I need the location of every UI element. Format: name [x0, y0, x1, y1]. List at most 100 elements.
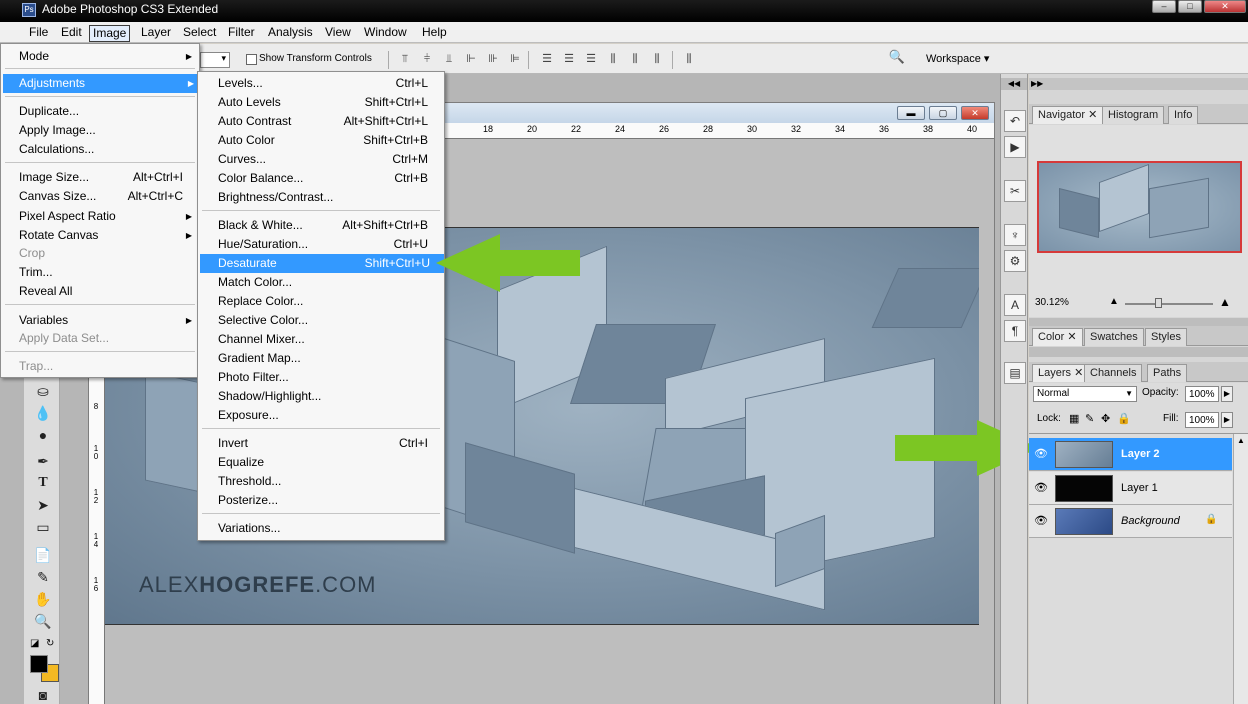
burn-tool-icon[interactable]: ●	[34, 426, 52, 444]
layer-comps-icon[interactable]: ▤	[1004, 362, 1026, 384]
layer-name[interactable]: Layer 1	[1121, 482, 1158, 494]
layer-row-background[interactable]: 👁 Background 🔒	[1029, 505, 1232, 538]
menu-item-reveal-all[interactable]: Reveal All	[3, 282, 197, 301]
distribute-bottom-icon[interactable]: ☰	[584, 53, 598, 65]
menu-item-duplicate[interactable]: Duplicate...	[3, 102, 197, 121]
zoom-slider[interactable]	[1125, 303, 1213, 305]
brushes-icon[interactable]: ♆	[1004, 224, 1026, 246]
menu-item-desaturate[interactable]: Desaturate Shift+Ctrl+U	[200, 254, 444, 273]
minimize-button[interactable]: –	[1152, 0, 1176, 13]
menu-image[interactable]: Image	[89, 25, 131, 42]
doc-close-button[interactable]: ✕	[961, 106, 989, 120]
tool-presets-icon[interactable]: ✂	[1004, 180, 1026, 202]
menu-item-channel-mixer[interactable]: Channel Mixer...	[200, 330, 442, 349]
align-top-icon[interactable]: ⫪	[398, 53, 412, 65]
layer-row-layer-1[interactable]: 👁 Layer 1	[1029, 472, 1232, 505]
menu-view[interactable]: View	[322, 25, 354, 40]
menu-item-variations[interactable]: Variations...	[200, 519, 442, 538]
menu-item-photo-filter[interactable]: Photo Filter...	[200, 368, 442, 387]
menu-item-shadow-highlight[interactable]: Shadow/Highlight...	[200, 387, 442, 406]
default-colors-icon[interactable]: ◪	[30, 638, 39, 649]
doc-maximize-button[interactable]: ▢	[929, 106, 957, 120]
menu-item-equalize[interactable]: Equalize	[200, 453, 442, 472]
align-left-icon[interactable]: ⊩	[464, 53, 478, 65]
menu-item-auto-color[interactable]: Auto Color Shift+Ctrl+B	[200, 131, 442, 150]
eyedropper-icon[interactable]: ✎	[34, 568, 52, 586]
opacity-arrow-icon[interactable]: ▶	[1221, 386, 1233, 402]
menu-item-image-size[interactable]: Image Size... Alt+Ctrl+I	[3, 168, 197, 187]
menu-item-auto-levels[interactable]: Auto Levels Shift+Ctrl+L	[200, 93, 442, 112]
menu-help[interactable]: Help	[419, 25, 450, 40]
blur-tool-icon[interactable]: 💧	[34, 404, 52, 422]
foreground-color-swatch[interactable]	[30, 655, 48, 673]
menu-item-adjustments[interactable]: Adjustments ▶	[3, 74, 199, 93]
fill-arrow-icon[interactable]: ▶	[1221, 412, 1233, 428]
menu-analysis[interactable]: Analysis	[265, 25, 316, 40]
menu-edit[interactable]: Edit	[58, 25, 85, 40]
align-bottom-icon[interactable]: ⫫	[442, 53, 456, 65]
lock-position-icon[interactable]: ✥	[1101, 412, 1110, 425]
menu-item-invert[interactable]: Invert Ctrl+I	[200, 434, 442, 453]
menu-item-threshold[interactable]: Threshold...	[200, 472, 442, 491]
menu-item-canvas-size[interactable]: Canvas Size... Alt+Ctrl+C	[3, 187, 197, 206]
distribute-top-icon[interactable]: ☰	[540, 53, 554, 65]
doc-minimize-button[interactable]: ▬	[897, 106, 925, 120]
menu-item-trim[interactable]: Trim...	[3, 263, 197, 282]
character-icon[interactable]: A	[1004, 294, 1026, 316]
menu-item-posterize[interactable]: Posterize...	[200, 491, 442, 510]
rectangle-tool-icon[interactable]: ▭	[34, 518, 52, 536]
tool-preset-dropdown[interactable]: ▾	[200, 52, 230, 68]
menu-item-mode[interactable]: Mode ▶	[3, 47, 197, 66]
close-button[interactable]: ✕	[1204, 0, 1246, 13]
visibility-eye-icon[interactable]: 👁	[1034, 514, 1048, 528]
tab-histogram[interactable]: Histogram	[1102, 106, 1165, 124]
layer-row-layer-2[interactable]: 👁 Layer 2	[1029, 438, 1232, 471]
workspace-button[interactable]: Workspace ▾	[926, 52, 989, 65]
paragraph-icon[interactable]: ¶	[1004, 320, 1026, 342]
bridge-icon[interactable]: 🔍	[886, 50, 908, 67]
swap-colors-icon[interactable]: ↻	[46, 638, 54, 649]
distribute-vcenter-icon[interactable]: ☰	[562, 53, 576, 65]
pen-tool-icon[interactable]: ✒	[34, 452, 52, 470]
show-transform-checkbox[interactable]	[246, 54, 257, 65]
menu-item-calculations[interactable]: Calculations...	[3, 140, 197, 159]
zoom-slider-thumb[interactable]	[1155, 298, 1162, 308]
navigator-thumbnail[interactable]	[1037, 161, 1242, 253]
menu-file[interactable]: File	[26, 25, 51, 40]
path-selection-icon[interactable]: ➤	[34, 496, 52, 514]
align-hcenter-icon[interactable]: ⊪	[486, 53, 500, 65]
menu-item-brightness-contrast[interactable]: Brightness/Contrast...	[200, 188, 442, 207]
tab-navigator[interactable]: Navigator ✕	[1032, 106, 1104, 124]
menu-window[interactable]: Window	[361, 25, 410, 40]
distribute-right-icon[interactable]: ⫼	[650, 53, 664, 65]
tab-channels[interactable]: Channels	[1084, 364, 1143, 382]
distribute-left-icon[interactable]: ⫼	[606, 53, 620, 65]
history-icon[interactable]: ↶	[1004, 110, 1026, 132]
tab-info[interactable]: Info	[1168, 106, 1199, 124]
hand-tool-icon[interactable]: ✋	[34, 590, 52, 608]
layers-scrollbar[interactable]: ▲	[1233, 434, 1248, 704]
menu-item-variables[interactable]: Variables ▶	[3, 311, 197, 330]
menu-item-hue-saturation[interactable]: Hue/Saturation... Ctrl+U	[200, 235, 442, 254]
clone-source-icon[interactable]: ⚙	[1004, 250, 1026, 272]
distribute-hcenter-icon[interactable]: ⫼	[628, 53, 642, 65]
tab-swatches[interactable]: Swatches	[1084, 328, 1144, 346]
menu-item-black-white[interactable]: Black & White... Alt+Shift+Ctrl+B	[200, 216, 442, 235]
collapse-icon[interactable]: ▶▶	[1031, 78, 1043, 90]
notes-tool-icon[interactable]: 📄	[34, 546, 52, 564]
menu-item-rotate-canvas[interactable]: Rotate Canvas ▶	[3, 226, 197, 245]
tab-paths[interactable]: Paths	[1147, 364, 1188, 382]
menu-item-replace-color[interactable]: Replace Color...	[200, 292, 442, 311]
menu-layer[interactable]: Layer	[138, 25, 174, 40]
layer-name[interactable]: Background	[1121, 515, 1180, 527]
lock-transparency-icon[interactable]: ▦	[1069, 412, 1079, 425]
align-right-icon[interactable]: ⊫	[508, 53, 522, 65]
menu-item-selective-color[interactable]: Selective Color...	[200, 311, 442, 330]
menu-item-color-balance[interactable]: Color Balance... Ctrl+B	[200, 169, 442, 188]
align-vcenter-icon[interactable]: ⫩	[420, 53, 434, 65]
layer-name[interactable]: Layer 2	[1121, 448, 1160, 460]
menu-item-auto-contrast[interactable]: Auto Contrast Alt+Shift+Ctrl+L	[200, 112, 442, 131]
zoom-out-icon[interactable]: ▲	[1109, 296, 1119, 307]
collapse-arrows-icon[interactable]: ◀◀	[1001, 78, 1027, 90]
menu-item-curves[interactable]: Curves... Ctrl+M	[200, 150, 442, 169]
